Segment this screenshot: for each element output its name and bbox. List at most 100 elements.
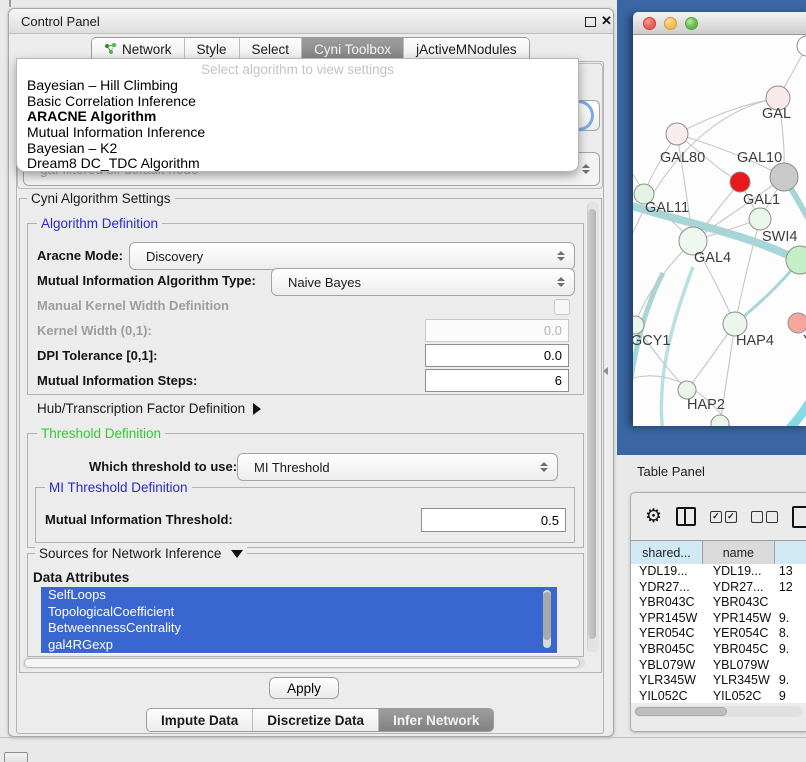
apply-button[interactable]: Apply xyxy=(269,677,339,699)
minimized-panel-button[interactable] xyxy=(4,752,28,762)
algorithm-option-basic-correlation-inference[interactable]: Basic Correlation Inference xyxy=(17,94,578,110)
network-node[interactable] xyxy=(666,123,688,145)
table-panel-title: Table Panel xyxy=(637,464,705,479)
network-node[interactable] xyxy=(770,163,798,191)
hub-definition-label: Hub/Transcription Factor Definition xyxy=(37,401,245,416)
minimize-traffic-light-icon[interactable] xyxy=(664,17,677,30)
network-node[interactable] xyxy=(711,415,729,426)
table-cell: YLR345W xyxy=(631,673,703,689)
kernel-width-input[interactable] xyxy=(425,319,569,342)
popup-item-list: Bayesian – Hill ClimbingBasic Correlatio… xyxy=(17,78,578,172)
bottom-tab-impute-data[interactable]: Impute Data xyxy=(147,709,252,731)
algorithm-option-dream8-dc-tdc-algorithm[interactable]: Dream8 DC_TDC Algorithm xyxy=(17,156,578,172)
table-cell: YBL079W xyxy=(703,658,775,674)
mi-threshold-label: Mutual Information Threshold: xyxy=(45,512,233,527)
attribute-item-betweennesscentrality[interactable]: BetweennessCentrality xyxy=(41,620,557,637)
kernel-width-label: Kernel Width (0,1): xyxy=(37,323,152,338)
close-icon[interactable]: ✕ xyxy=(601,13,612,29)
algorithm-option-bayesian-k2[interactable]: Bayesian – K2 xyxy=(17,141,578,157)
column-header-2[interactable] xyxy=(775,541,806,564)
control-panel-window: Control Panel ✕ Network Style Select Cyni T… xyxy=(8,8,614,737)
aracne-mode-value: Discovery xyxy=(130,249,203,264)
tab-label: Select xyxy=(252,42,290,57)
network-canvas[interactable]: GALGAL80GAL10GAL1GAL11SWI4GAL4GCY1HAP4YH… xyxy=(633,35,806,426)
close-traffic-light-icon[interactable] xyxy=(643,17,656,30)
column-header-shared[interactable]: shared... xyxy=(631,541,703,564)
table-cell: YER054C xyxy=(631,626,703,642)
bottom-tab-discretize-data[interactable]: Discretize Data xyxy=(252,709,378,731)
zoom-traffic-light-icon[interactable] xyxy=(685,17,698,30)
mi-threshold-input[interactable] xyxy=(421,508,566,532)
table-row[interactable]: YDL19...YDL19...13 xyxy=(631,564,806,580)
table-hscrollbar-thumb[interactable] xyxy=(635,707,727,716)
algorithm-option-bayesian-hill-climbing[interactable]: Bayesian – Hill Climbing xyxy=(17,78,578,94)
network-node[interactable] xyxy=(797,36,806,56)
mi-threshold-title: MI Threshold Definition xyxy=(45,480,192,495)
manual-kernel-label: Manual Kernel Width Definition xyxy=(37,298,229,313)
table-row[interactable]: YIL052CYIL052C9 xyxy=(631,689,806,703)
network-node[interactable] xyxy=(788,313,806,333)
algorithm-definition-title: Algorithm Definition xyxy=(37,216,162,231)
attribute-item-selfloops[interactable]: SelfLoops xyxy=(41,587,557,604)
table-cell: YBR043C xyxy=(631,595,703,611)
table-row[interactable]: YPR145WYPR145W9. xyxy=(631,611,806,627)
table-cell: 9. xyxy=(775,642,806,658)
collapse-down-icon xyxy=(231,550,243,558)
data-attributes-list[interactable]: SelfLoopsTopologicalCoefficientBetweenne… xyxy=(41,587,557,654)
settings-vscrollbar-thumb[interactable] xyxy=(588,209,596,639)
data-attributes-label: Data Attributes xyxy=(33,570,129,585)
mi-steps-input[interactable] xyxy=(425,369,569,392)
select-all-checkboxes-icon[interactable]: ✓✓ xyxy=(710,511,737,523)
bottom-tab-infer-network[interactable]: Infer Network xyxy=(378,709,493,731)
control-panel-titlebar: Control Panel ✕ xyxy=(9,9,613,34)
scroll-notch xyxy=(9,0,11,7)
tab-label: Network xyxy=(122,42,172,57)
list-scrollbar-thumb[interactable] xyxy=(543,592,551,640)
deselect-all-checkboxes-icon[interactable] xyxy=(751,511,778,523)
table-cell: YLR345W xyxy=(703,673,775,689)
table-row[interactable]: YER054CYER054C8. xyxy=(631,626,806,642)
threshold-definition-title: Threshold Definition xyxy=(37,426,165,441)
combo-arrows-icon xyxy=(582,164,590,174)
sources-toggle[interactable]: Sources for Network Inference xyxy=(35,546,247,561)
aracne-mode-label: Aracne Mode: xyxy=(37,248,123,263)
window-title: Control Panel xyxy=(21,14,100,29)
table-row[interactable]: YBL079WYBL079W xyxy=(631,658,806,674)
export-table-icon[interactable] xyxy=(792,506,806,528)
splitter-handle[interactable] xyxy=(603,367,608,375)
table-row[interactable]: YBR045CYBR045C9. xyxy=(631,642,806,658)
mi-type-combobox[interactable]: Naive Bayes xyxy=(271,268,575,296)
settings-hscrollbar-thumb[interactable] xyxy=(24,658,580,668)
tab-label: Style xyxy=(197,42,227,57)
mi-steps-label: Mutual Information Steps: xyxy=(37,373,197,388)
float-window-icon[interactable] xyxy=(585,17,596,27)
attribute-item-topologicalcoefficient[interactable]: TopologicalCoefficient xyxy=(41,604,557,621)
gear-icon[interactable]: ⚙ xyxy=(645,507,662,526)
manual-kernel-checkbox[interactable] xyxy=(554,299,570,315)
which-threshold-label: Which threshold to use: xyxy=(89,459,237,474)
algorithm-option-mutual-information-inference[interactable]: Mutual Information Inference xyxy=(17,125,578,141)
sources-title: Sources for Network Inference xyxy=(39,546,221,561)
aracne-mode-combobox[interactable]: Discovery xyxy=(129,242,575,270)
attribute-item-gal4rgexp[interactable]: gal4RGexp xyxy=(41,637,557,654)
algorithm-option-aracne-algorithm[interactable]: ARACNE Algorithm xyxy=(17,109,578,125)
table-cell: YPR145W xyxy=(703,611,775,627)
which-threshold-combobox[interactable]: MI Threshold xyxy=(237,453,558,481)
network-node[interactable] xyxy=(786,246,806,274)
table-cell: YBL079W xyxy=(631,658,703,674)
tab-label: Cyni Toolbox xyxy=(314,42,391,57)
table-row[interactable]: YBR043CYBR043C xyxy=(631,595,806,611)
table-cell: YDL19... xyxy=(703,564,775,580)
network-node[interactable] xyxy=(730,172,750,192)
columns-icon[interactable] xyxy=(676,507,696,526)
hub-definition-toggle[interactable]: Hub/Transcription Factor Definition xyxy=(37,401,261,416)
table-row[interactable]: YLR345WYLR345W9. xyxy=(631,673,806,689)
column-header-name[interactable]: name xyxy=(703,541,775,564)
dpi-tolerance-input[interactable] xyxy=(425,344,569,367)
network-node[interactable] xyxy=(749,208,771,230)
table-row[interactable]: YDR27...YDR27...12 xyxy=(631,580,806,596)
dpi-tolerance-label: DPI Tolerance [0,1]: xyxy=(37,348,157,363)
table-cell: YBR045C xyxy=(631,642,703,658)
combo-arrows-icon xyxy=(557,251,565,261)
algorithm-dropdown-popup: Select algorithm to view settings Bayesi… xyxy=(16,58,579,172)
